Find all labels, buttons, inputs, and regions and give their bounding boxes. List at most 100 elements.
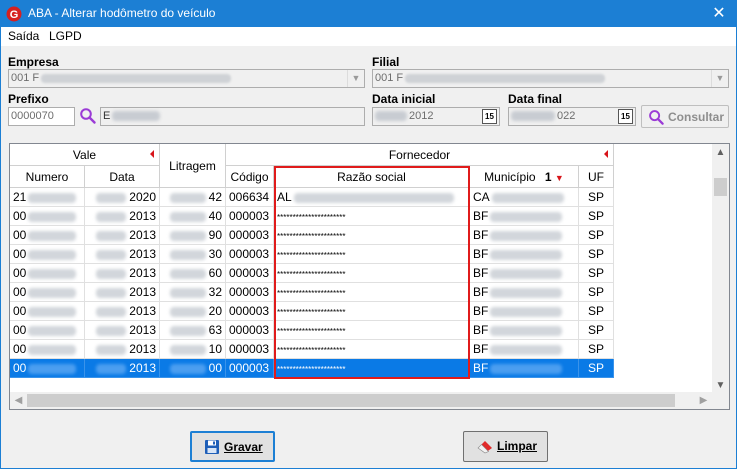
- cell-litragem[interactable]: 00: [160, 359, 226, 378]
- cell-numero[interactable]: 21: [10, 188, 85, 207]
- table-row[interactable]: 00 2013 63 000003 ********************** BF SP: [10, 321, 614, 340]
- gravar-button[interactable]: Gravar: [190, 431, 275, 462]
- cell-municipio[interactable]: BF: [470, 340, 579, 359]
- table-row[interactable]: 00 2013 40 000003 ********************** BF SP: [10, 207, 614, 226]
- cell-municipio[interactable]: BF: [470, 359, 579, 378]
- search-icon[interactable]: [79, 107, 97, 125]
- cell-data[interactable]: 2013: [85, 264, 160, 283]
- cell-codigo[interactable]: 000003: [226, 340, 274, 359]
- cell-uf[interactable]: SP: [579, 302, 614, 321]
- cell-litragem[interactable]: 10: [160, 340, 226, 359]
- table-row[interactable]: 21 2020 42 006634 AL CA SP: [10, 188, 614, 207]
- scroll-up-icon[interactable]: ▲: [712, 144, 729, 161]
- cell-municipio[interactable]: BF: [470, 207, 579, 226]
- cell-numero[interactable]: 00: [10, 283, 85, 302]
- column-group-fornecedor[interactable]: Fornecedor: [226, 144, 614, 166]
- table-row[interactable]: 00 2013 90 000003 ********************** BF SP: [10, 226, 614, 245]
- cell-municipio[interactable]: BF: [470, 264, 579, 283]
- data-final-input[interactable]: 022 15: [508, 107, 636, 126]
- collapse-arrow-icon[interactable]: [604, 150, 608, 158]
- cell-razao[interactable]: **********************: [274, 283, 470, 302]
- scroll-right-icon[interactable]: ▶: [695, 392, 712, 409]
- cell-numero[interactable]: 00: [10, 264, 85, 283]
- cell-litragem[interactable]: 90: [160, 226, 226, 245]
- table-row[interactable]: 00 2013 10 000003 ********************** BF SP: [10, 340, 614, 359]
- cell-codigo[interactable]: 000003: [226, 264, 274, 283]
- cell-numero[interactable]: 00: [10, 245, 85, 264]
- cell-razao[interactable]: **********************: [274, 359, 470, 378]
- empresa-select[interactable]: 001 F ▼: [8, 69, 365, 88]
- cell-razao[interactable]: **********************: [274, 340, 470, 359]
- cell-razao[interactable]: **********************: [274, 226, 470, 245]
- cell-numero[interactable]: 00: [10, 207, 85, 226]
- cell-municipio[interactable]: BF: [470, 321, 579, 340]
- table-row[interactable]: 00 2013 00 000003 ********************** BF SP: [10, 359, 614, 378]
- cell-data[interactable]: 2013: [85, 245, 160, 264]
- cell-data[interactable]: 2013: [85, 321, 160, 340]
- table-row[interactable]: 00 2013 60 000003 ********************** BF SP: [10, 264, 614, 283]
- cell-razao[interactable]: **********************: [274, 302, 470, 321]
- cell-uf[interactable]: SP: [579, 321, 614, 340]
- cell-uf[interactable]: SP: [579, 359, 614, 378]
- cell-litragem[interactable]: 32: [160, 283, 226, 302]
- cell-data[interactable]: 2013: [85, 340, 160, 359]
- column-group-vale[interactable]: Vale: [10, 144, 160, 166]
- chevron-down-icon[interactable]: ▼: [711, 70, 728, 87]
- cell-municipio[interactable]: BF: [470, 245, 579, 264]
- cell-municipio[interactable]: CA: [470, 188, 579, 207]
- menu-item-lgpd[interactable]: LGPD: [49, 29, 82, 43]
- cell-municipio[interactable]: BF: [470, 226, 579, 245]
- cell-data[interactable]: 2020: [85, 188, 160, 207]
- cell-data[interactable]: 2013: [85, 302, 160, 321]
- scroll-thumb[interactable]: [27, 394, 675, 407]
- cell-numero[interactable]: 00: [10, 359, 85, 378]
- horizontal-scrollbar[interactable]: ◀ ▶: [10, 392, 712, 409]
- cell-codigo[interactable]: 000003: [226, 359, 274, 378]
- cell-razao[interactable]: AL: [274, 188, 470, 207]
- cell-data[interactable]: 2013: [85, 207, 160, 226]
- cell-uf[interactable]: SP: [579, 188, 614, 207]
- cell-codigo[interactable]: 000003: [226, 207, 274, 226]
- cell-numero[interactable]: 00: [10, 226, 85, 245]
- cell-data[interactable]: 2013: [85, 283, 160, 302]
- cell-uf[interactable]: SP: [579, 264, 614, 283]
- cell-uf[interactable]: SP: [579, 245, 614, 264]
- cell-litragem[interactable]: 40: [160, 207, 226, 226]
- cell-razao[interactable]: **********************: [274, 321, 470, 340]
- table-row[interactable]: 00 2013 20 000003 ********************** BF SP: [10, 302, 614, 321]
- cell-litragem[interactable]: 42: [160, 188, 226, 207]
- column-header-codigo[interactable]: Código: [226, 166, 274, 188]
- cell-codigo[interactable]: 000003: [226, 302, 274, 321]
- close-icon[interactable]: ✕: [702, 1, 736, 27]
- column-header-data[interactable]: Data: [85, 166, 160, 188]
- cell-razao[interactable]: **********************: [274, 264, 470, 283]
- cell-uf[interactable]: SP: [579, 340, 614, 359]
- data-grid[interactable]: Vale Litragem Fornecedor Numero Data Cód…: [9, 143, 730, 410]
- cell-razao[interactable]: **********************: [274, 245, 470, 264]
- cell-litragem[interactable]: 63: [160, 321, 226, 340]
- column-header-litragem[interactable]: Litragem: [160, 144, 226, 188]
- cell-uf[interactable]: SP: [579, 283, 614, 302]
- cell-numero[interactable]: 00: [10, 302, 85, 321]
- column-header-razao-social[interactable]: Razão social: [274, 166, 470, 188]
- prefixo-input[interactable]: 0000070: [8, 107, 75, 126]
- calendar-icon[interactable]: 15: [618, 109, 633, 124]
- column-header-uf[interactable]: UF: [579, 166, 614, 188]
- cell-data[interactable]: 2013: [85, 359, 160, 378]
- cell-litragem[interactable]: 20: [160, 302, 226, 321]
- table-row[interactable]: 00 2013 30 000003 ********************** BF SP: [10, 245, 614, 264]
- cell-numero[interactable]: 00: [10, 340, 85, 359]
- data-inicial-input[interactable]: 2012 15: [372, 107, 500, 126]
- cell-municipio[interactable]: BF: [470, 283, 579, 302]
- column-header-municipio[interactable]: Município 1 ▼: [470, 166, 579, 188]
- cell-uf[interactable]: SP: [579, 207, 614, 226]
- collapse-arrow-icon[interactable]: [150, 150, 154, 158]
- menu-item-saida[interactable]: Saída: [8, 29, 39, 43]
- cell-codigo[interactable]: 000003: [226, 321, 274, 340]
- scroll-left-icon[interactable]: ◀: [10, 392, 27, 409]
- limpar-button[interactable]: Limpar: [463, 431, 548, 462]
- cell-municipio[interactable]: BF: [470, 302, 579, 321]
- cell-litragem[interactable]: 30: [160, 245, 226, 264]
- cell-codigo[interactable]: 000003: [226, 226, 274, 245]
- cell-razao[interactable]: **********************: [274, 207, 470, 226]
